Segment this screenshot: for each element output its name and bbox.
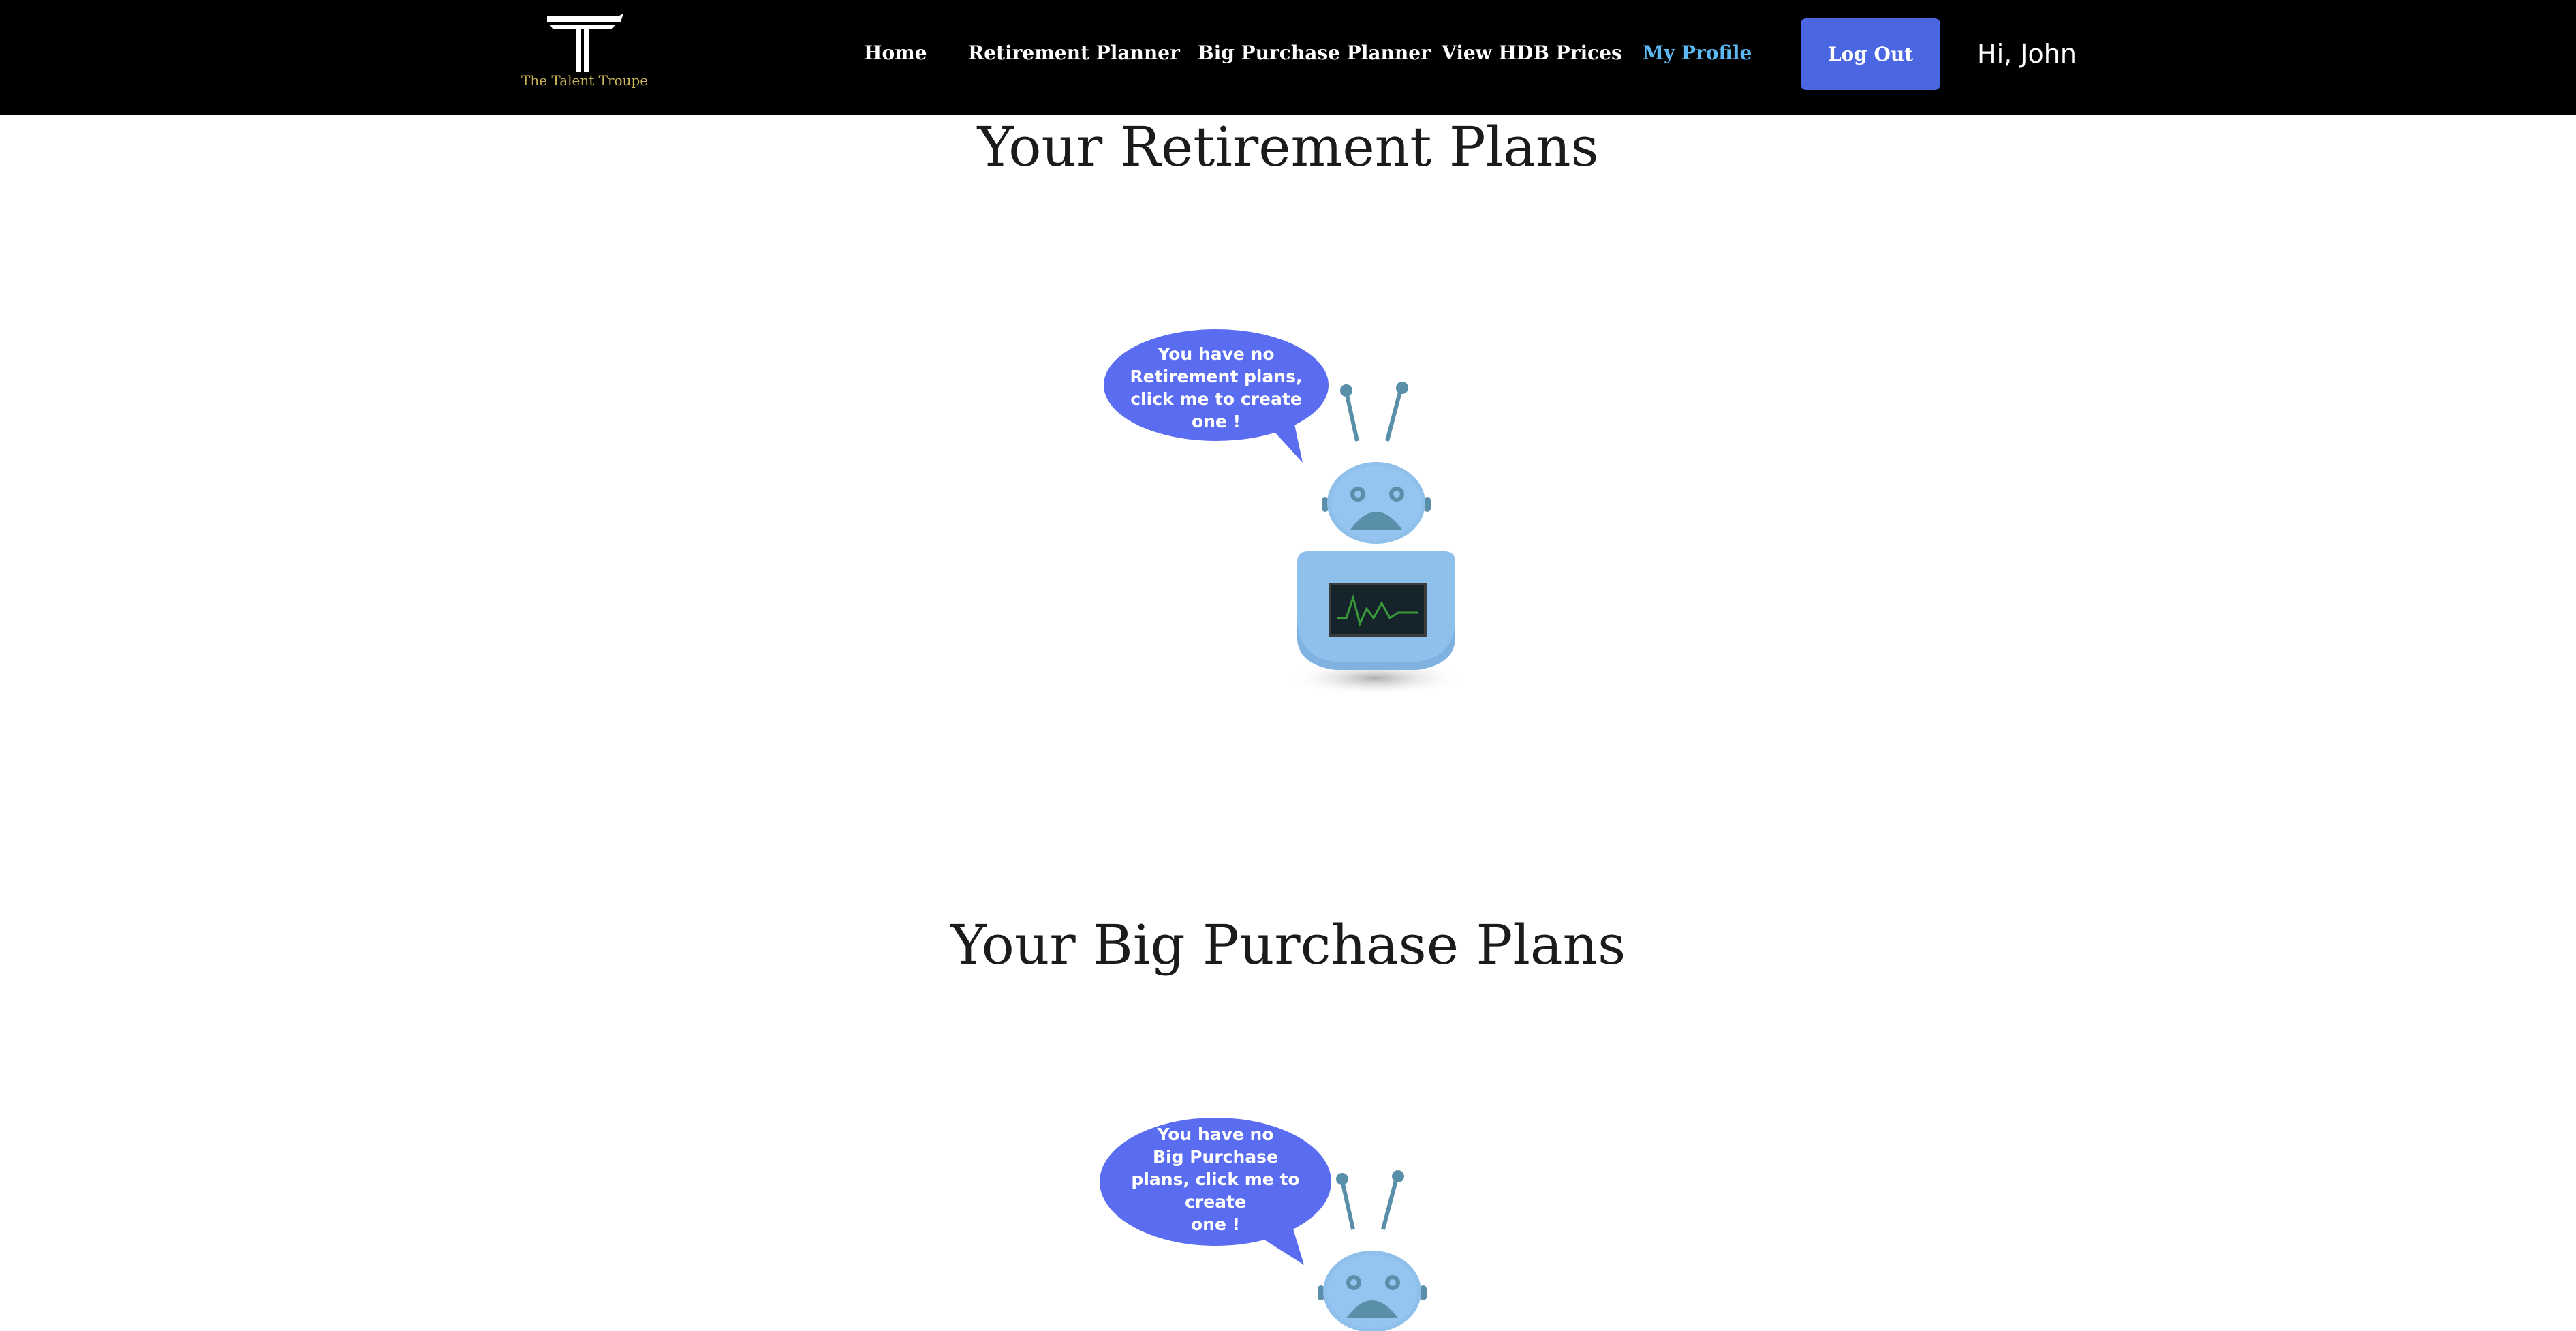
nav-home-link[interactable]: Home bbox=[864, 38, 927, 68]
logo-t-icon bbox=[547, 14, 623, 72]
bubble-line: Big Purchase bbox=[1153, 1147, 1278, 1167]
nav-retirement-planner-link[interactable]: Retirement Planner bbox=[968, 38, 1180, 68]
navbar: The Talent Troupe Home Retirement Planne… bbox=[0, 0, 2576, 115]
bubble-line: You have no bbox=[1157, 1125, 1274, 1144]
sad-robot-icon bbox=[1287, 382, 1464, 696]
logo[interactable]: The Talent Troupe bbox=[521, 12, 649, 94]
sad-robot-icon bbox=[1318, 1170, 1427, 1331]
create-big-purchase-plan-robot[interactable]: You have no Big Purchase plans, click me… bbox=[1100, 1112, 1468, 1331]
bubble-line: You have no bbox=[1158, 344, 1275, 364]
nav-view-hdb-prices-link[interactable]: View HDB Prices bbox=[1442, 38, 1622, 68]
logo-text: The Talent Troupe bbox=[521, 72, 649, 89]
logout-button[interactable]: Log Out bbox=[1801, 18, 1940, 90]
retirement-plans-title: Your Retirement Plans bbox=[977, 115, 1599, 179]
create-retirement-plan-robot[interactable]: You have no Retirement plans, click me t… bbox=[1104, 324, 1472, 705]
nav-my-profile-link[interactable]: My Profile bbox=[1643, 38, 1752, 68]
big-purchase-plans-title: Your Big Purchase Plans bbox=[950, 913, 1626, 977]
user-greeting: Hi, John bbox=[1977, 39, 2077, 69]
nav-big-purchase-planner-link[interactable]: Big Purchase Planner bbox=[1198, 38, 1431, 68]
